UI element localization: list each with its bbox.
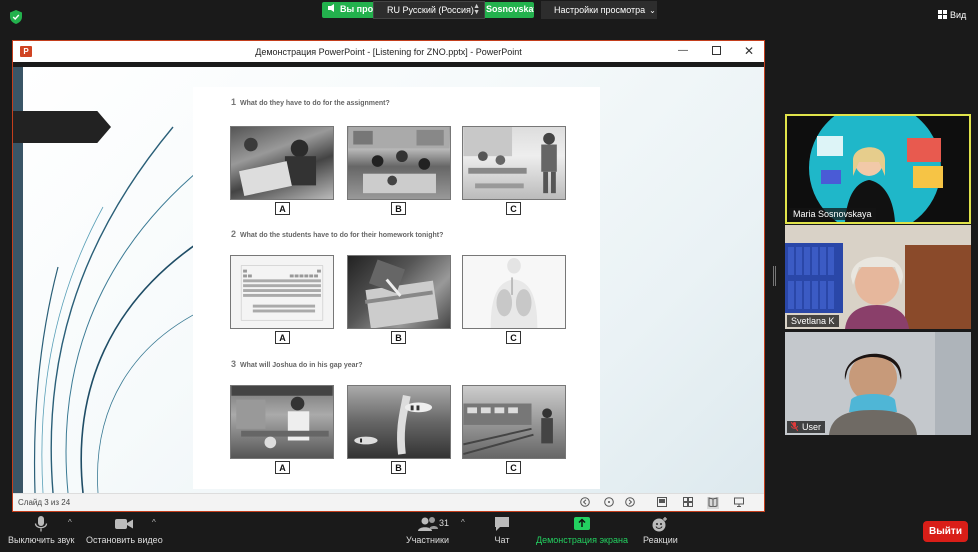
photo-2a bbox=[230, 255, 334, 329]
meeting-toolbar: Выключить звук ^ Остановить видео ^ Учас… bbox=[0, 512, 978, 552]
participant-video bbox=[785, 225, 971, 329]
share-screen-button[interactable]: Демонстрация экрана bbox=[536, 516, 628, 545]
language-label: RU Русский (Россия) bbox=[387, 5, 474, 15]
photo-3a bbox=[230, 385, 334, 459]
powerpoint-window: P Демонстрация PowerPoint - [Listening f… bbox=[12, 40, 765, 512]
view-button[interactable]: Вид bbox=[938, 10, 966, 20]
question-3: 3 What will Joshua do in his gap year? bbox=[231, 359, 363, 369]
view-button-label: Вид bbox=[950, 10, 967, 20]
question-2: 2 What do the students have to do for the… bbox=[231, 229, 443, 239]
option-box: C bbox=[506, 331, 521, 344]
reactions-label: Реакции bbox=[643, 535, 678, 545]
speaker-icon bbox=[328, 4, 334, 12]
powerpoint-status-bar: Слайд 3 из 24 bbox=[13, 493, 764, 511]
participants-count: 31 bbox=[439, 518, 450, 528]
participant-name: Maria Sosnovskaya bbox=[793, 209, 872, 219]
photo-2b bbox=[347, 255, 451, 329]
window-title: Демонстрация PowerPoint - [Listening for… bbox=[255, 47, 522, 57]
participant-video bbox=[787, 116, 969, 222]
participant-name: Svetlana K bbox=[791, 316, 835, 326]
reading-view-icon[interactable] bbox=[707, 497, 719, 509]
interpretation-language-select[interactable]: RU Русский (Россия) ▲ ▼ bbox=[373, 1, 485, 19]
slide-canvas[interactable]: 1 What do they have to do for the assignm… bbox=[13, 67, 764, 493]
option-box: B bbox=[391, 461, 406, 474]
stepper-arrows-icon: ▲ ▼ bbox=[473, 3, 480, 16]
view-settings-dropdown[interactable]: Настройки просмотра ⌄ bbox=[541, 1, 657, 19]
question-number: 1 bbox=[231, 97, 237, 107]
maximize-icon[interactable] bbox=[708, 44, 724, 58]
view-settings-label: Настройки просмотра bbox=[554, 5, 646, 15]
video-camera-icon bbox=[115, 519, 134, 529]
reactions-button[interactable]: Реакции bbox=[643, 516, 678, 545]
share-screen-icon bbox=[573, 517, 590, 530]
participant-tile[interactable]: Svetlana K bbox=[785, 225, 971, 329]
participants-options-caret-icon[interactable]: ^ bbox=[461, 518, 465, 527]
previous-slide-icon[interactable] bbox=[579, 497, 591, 509]
participant-name-label: User bbox=[787, 421, 826, 433]
slide-menu-icon[interactable] bbox=[603, 497, 615, 509]
question-text: What will Joshua do in his gap year? bbox=[240, 362, 363, 369]
option-box: B bbox=[391, 331, 406, 344]
screen-share-banner-name[interactable]: Sosnovskaya bbox=[478, 2, 534, 18]
participant-tile-active[interactable]: Maria Sosnovskaya bbox=[785, 114, 971, 224]
minimize-icon[interactable]: — bbox=[675, 44, 691, 58]
slideshow-view-icon[interactable] bbox=[733, 497, 745, 509]
option-box: A bbox=[275, 461, 290, 474]
participant-tile[interactable]: User bbox=[785, 332, 971, 435]
option-box: A bbox=[275, 202, 290, 215]
panel-resize-handle[interactable] bbox=[773, 266, 776, 286]
option-box: A bbox=[275, 331, 290, 344]
participant-name: User bbox=[802, 422, 822, 432]
mic-muted-icon bbox=[791, 422, 798, 431]
participants-label: Участники bbox=[406, 535, 449, 545]
option-box: C bbox=[506, 461, 521, 474]
question-text: What do they have to do for the assignme… bbox=[240, 100, 390, 107]
grid-view-icon bbox=[938, 10, 947, 19]
smiley-icon bbox=[652, 517, 668, 532]
chat-button[interactable]: Чат bbox=[494, 516, 510, 545]
microphone-icon bbox=[35, 516, 48, 532]
participant-name-label: Maria Sosnovskaya bbox=[789, 208, 876, 220]
photo-2c bbox=[462, 255, 566, 329]
security-shield-icon[interactable] bbox=[10, 10, 22, 24]
normal-view-icon[interactable] bbox=[656, 497, 668, 509]
video-options-caret-icon[interactable]: ^ bbox=[152, 518, 156, 527]
question-number: 3 bbox=[231, 359, 237, 369]
option-box: C bbox=[506, 202, 521, 215]
close-icon[interactable]: ✕ bbox=[741, 44, 757, 58]
photo-3c bbox=[462, 385, 566, 459]
video-label: Остановить видео bbox=[86, 535, 163, 545]
question-1: 1 What do they have to do for the assignm… bbox=[231, 97, 390, 107]
meeting-top-bar: Вы просматриваете экран Maria Sosnovskay… bbox=[0, 0, 978, 34]
option-box: B bbox=[391, 202, 406, 215]
participant-video bbox=[785, 332, 971, 435]
question-number: 2 bbox=[231, 229, 237, 239]
question-text: What do the students have to do for thei… bbox=[240, 232, 444, 239]
slide-sorter-icon[interactable] bbox=[682, 497, 694, 509]
chat-label: Чат bbox=[494, 535, 510, 545]
worksheet-page: 1 What do they have to do for the assignm… bbox=[193, 87, 600, 489]
mute-button[interactable]: Выключить звук bbox=[8, 516, 75, 545]
next-slide-icon[interactable] bbox=[624, 497, 636, 509]
mute-label: Выключить звук bbox=[8, 535, 75, 545]
title-arrow-shape bbox=[13, 111, 111, 143]
participants-icon bbox=[417, 517, 438, 531]
leave-meeting-button[interactable]: Выйти bbox=[923, 521, 968, 542]
slide-counter: Слайд 3 из 24 bbox=[18, 498, 71, 507]
share-banner-name-text: Sosnovskaya bbox=[486, 4, 534, 14]
share-label: Демонстрация экрана bbox=[536, 535, 628, 545]
powerpoint-titlebar: P Демонстрация PowerPoint - [Listening f… bbox=[13, 41, 764, 62]
photo-3b bbox=[347, 385, 451, 459]
participant-name-label: Svetlana K bbox=[787, 315, 839, 327]
audio-options-caret-icon[interactable]: ^ bbox=[68, 518, 72, 527]
photo-1b bbox=[347, 126, 451, 200]
chevron-down-icon: ⌄ bbox=[649, 6, 656, 15]
photo-1c bbox=[462, 126, 566, 200]
photo-1a bbox=[230, 126, 334, 200]
chat-bubble-icon bbox=[495, 517, 509, 531]
